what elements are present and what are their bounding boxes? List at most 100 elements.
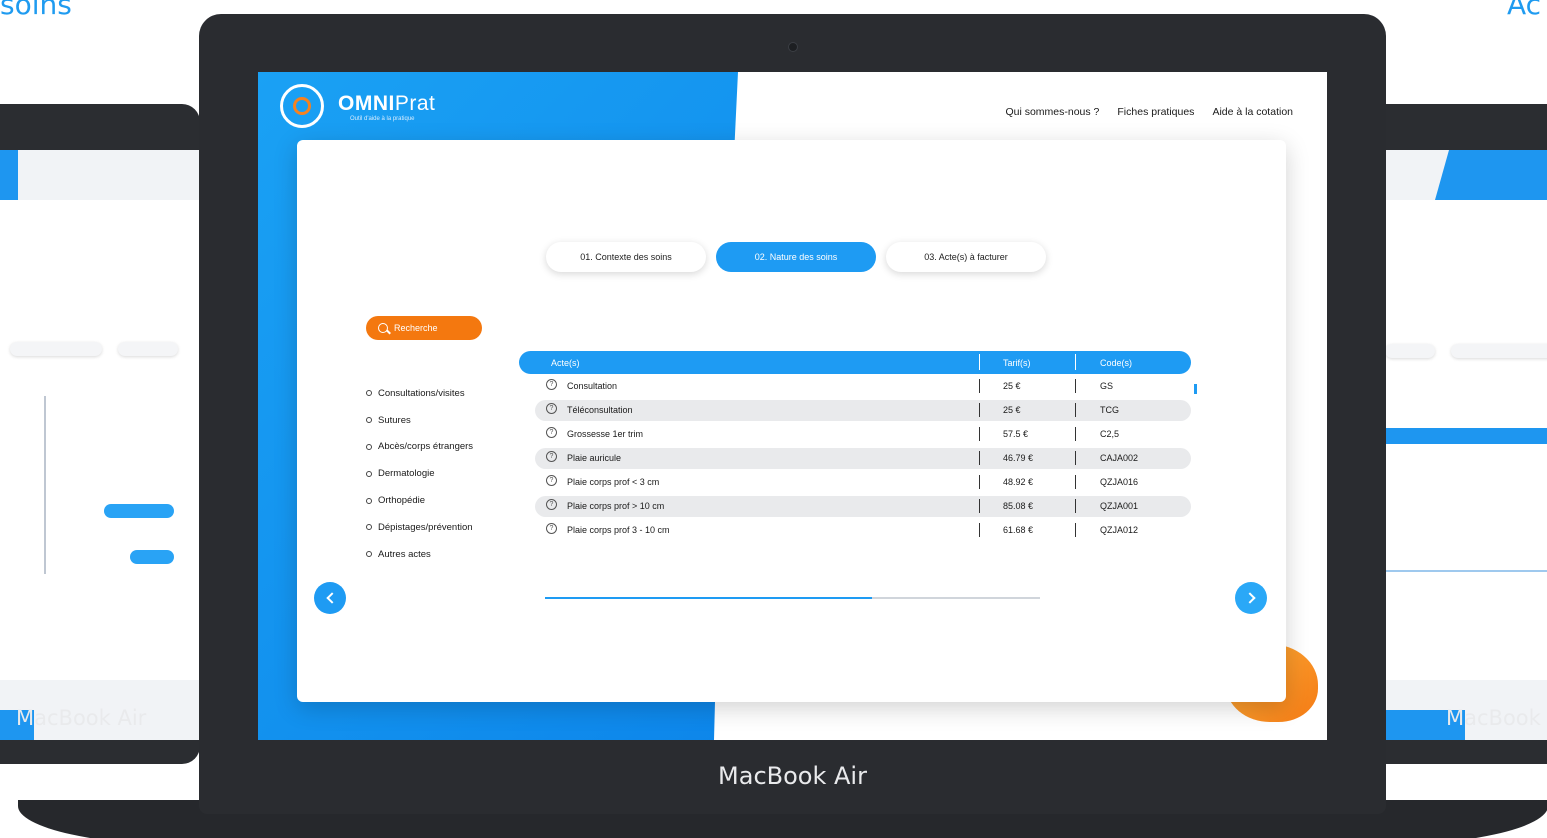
category-label: Abcès/corps étrangers [378, 441, 474, 453]
cell-divider [979, 451, 980, 465]
column-divider [979, 354, 980, 370]
bullet-icon [366, 390, 372, 397]
step-contexte[interactable]: 01. Contexte des soins [546, 242, 706, 272]
nav-cotation[interactable]: Aide à la cotation [1212, 106, 1293, 118]
cell-price: 57.5 € [1003, 429, 1029, 439]
brand-name: OMNIPrat [338, 92, 435, 116]
cell-act: Grossesse 1er trim [567, 429, 644, 439]
table-row[interactable]: ? Plaie corps prof > 10 cm 85.08 € QZJA0… [535, 496, 1191, 517]
help-circle-icon[interactable]: ? [546, 379, 557, 390]
cell-act: Plaie auricule [567, 453, 622, 463]
cell-divider [979, 427, 980, 441]
table-row[interactable]: ? Plaie corps prof 3 - 10 cm 61.68 € QZJ… [535, 520, 1191, 538]
chevron-right-icon [1243, 592, 1256, 604]
table-row[interactable]: ? Consultation 25 € GS [535, 376, 1191, 397]
step-actes[interactable]: 03. Acte(s) à facturer [886, 242, 1046, 272]
category-item[interactable]: Abcès/corps étrangers [366, 434, 473, 461]
nav-fiches[interactable]: Fiches pratiques [1117, 106, 1194, 118]
main-laptop: OMNIPrat Outil d'aide à la pratique Qui … [199, 14, 1386, 814]
category-item[interactable]: Dépistages/prévention [366, 514, 473, 541]
acts-table: ? Consultation 25 € GS ? Téléconsultatio… [535, 376, 1191, 538]
column-header-act[interactable]: Acte(s) [551, 358, 580, 368]
cell-code: QZJA001 [1100, 501, 1139, 511]
column-header-code[interactable]: Code(s) [1100, 358, 1132, 368]
side-screen-right [1385, 150, 1547, 740]
help-circle-icon[interactable]: ? [546, 403, 557, 414]
cell-divider [1075, 403, 1076, 417]
help-circle-icon[interactable]: ? [546, 475, 557, 486]
side-pill [1385, 344, 1435, 358]
cell-price: 25 € [1003, 381, 1021, 391]
category-label: Sutures [378, 414, 411, 426]
cell-divider [1075, 475, 1076, 489]
bullet-icon [366, 417, 372, 424]
cell-price: 48.92 € [1003, 477, 1034, 487]
nav-about[interactable]: Qui sommes-nous ? [1005, 106, 1099, 118]
help-circle-icon[interactable]: ? [546, 427, 557, 438]
edge-caption-left: soins [0, 0, 72, 21]
brand-tagline: Outil d'aide à la pratique [350, 116, 415, 122]
prev-button[interactable] [314, 582, 346, 614]
app-logo-icon[interactable] [280, 84, 324, 128]
column-header-price[interactable]: Tarif(s) [1003, 358, 1031, 368]
chevron-left-icon [325, 592, 338, 604]
cell-divider [979, 499, 980, 513]
side-pill [104, 504, 174, 518]
help-circle-icon[interactable]: ? [546, 451, 557, 462]
side-divider [44, 396, 46, 574]
side-pill [118, 342, 178, 356]
side-device-label: MacBook Air [16, 706, 147, 730]
bullet-icon [366, 470, 372, 477]
category-label: Orthopédie [378, 495, 426, 507]
step-nature[interactable]: 02. Nature des soins [716, 242, 876, 272]
app-screen: OMNIPrat Outil d'aide à la pratique Qui … [258, 72, 1327, 740]
side-table-header [1385, 428, 1547, 444]
category-item[interactable]: Consultations/visites [366, 380, 473, 407]
category-item[interactable]: Autres actes [366, 541, 473, 568]
camera-icon [788, 42, 798, 52]
marketing-scene: soins Ac MacBook Air MacBook OMNIPrat Ou… [0, 0, 1547, 838]
cell-divider [1075, 523, 1076, 537]
help-circle-icon[interactable]: ? [546, 499, 557, 510]
cell-divider [1075, 379, 1076, 393]
cell-divider [979, 379, 980, 393]
cell-act: Plaie corps prof < 3 cm [567, 477, 660, 487]
table-row[interactable]: ? Téléconsultation 25 € TCG [535, 400, 1191, 421]
top-nav: Qui sommes-nous ? Fiches pratiques Aide … [1005, 106, 1293, 118]
table-header: Acte(s) Tarif(s) Code(s) [519, 351, 1191, 374]
cell-price: 46.79 € [1003, 453, 1034, 463]
category-item[interactable]: Dermatologie [366, 460, 473, 487]
category-item[interactable]: Sutures [366, 407, 473, 434]
cell-divider [979, 403, 980, 417]
cell-act: Plaie corps prof 3 - 10 cm [567, 525, 670, 535]
next-button[interactable] [1235, 582, 1267, 614]
cell-code: QZJA016 [1100, 477, 1139, 487]
search-label: Recherche [394, 323, 438, 333]
brand-strong: OMNI [338, 92, 395, 115]
brand-light: Prat [394, 92, 436, 115]
table-row[interactable]: ? Plaie auricule 46.79 € CAJA002 [535, 448, 1191, 469]
side-pill [130, 550, 174, 564]
side-pill [1451, 344, 1547, 358]
side-card [1385, 200, 1547, 680]
edge-caption-right: Ac [1506, 0, 1541, 21]
cell-act: Plaie corps prof > 10 cm [567, 501, 665, 511]
table-row[interactable]: ? Grossesse 1er trim 57.5 € C2,5 [535, 424, 1191, 445]
bullet-icon [366, 524, 372, 531]
category-label: Dermatologie [378, 468, 435, 480]
cell-divider [979, 475, 980, 489]
cell-code: CAJA002 [1100, 453, 1139, 463]
logo-ring [293, 97, 311, 115]
table-scrollbar[interactable] [1194, 384, 1197, 394]
help-circle-icon[interactable]: ? [546, 523, 557, 534]
cell-act: Consultation [567, 381, 618, 391]
side-pill [10, 342, 102, 356]
table-row[interactable]: ? Plaie corps prof < 3 cm 48.92 € QZJA01… [535, 472, 1191, 493]
cell-price: 25 € [1003, 405, 1021, 415]
cell-price: 85.08 € [1003, 501, 1034, 511]
search-button[interactable]: Recherche [366, 316, 482, 340]
category-item[interactable]: Orthopédie [366, 487, 473, 514]
side-device-label: MacBook Air [1446, 706, 1547, 730]
cell-price: 61.68 € [1003, 525, 1034, 535]
cell-code: C2,5 [1100, 429, 1120, 439]
